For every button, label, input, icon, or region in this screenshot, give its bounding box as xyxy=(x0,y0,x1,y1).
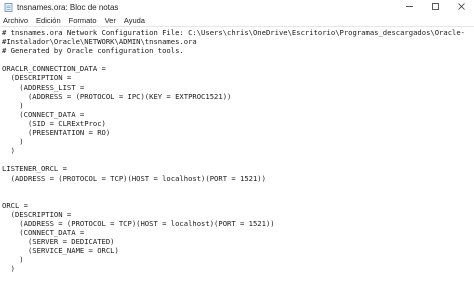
menu-archivo[interactable]: Archivo xyxy=(0,16,32,25)
document-line: (ADDRESS = (PROTOCOL = IPC)(KEY = EXTPRO… xyxy=(2,91,232,101)
maximize-icon xyxy=(431,2,440,13)
document-line: ) xyxy=(2,255,24,265)
document-line: (ADDRESS = (PROTOCOL = TCP)(HOST = local… xyxy=(2,173,266,183)
document-text[interactable]: # tnsnames.ora Network Configuration Fil… xyxy=(2,28,465,283)
window-controls xyxy=(396,0,474,14)
menu-edicion[interactable]: Edición xyxy=(32,16,65,25)
menu-ver[interactable]: Ver xyxy=(101,16,120,25)
document-line: (ADDRESS_LIST = xyxy=(2,82,85,92)
document-line: (CONNECT_DATA = xyxy=(2,109,85,119)
document-line: ) xyxy=(2,137,24,147)
close-icon xyxy=(457,2,466,13)
document-line: ORACLR_CONNECTION_DATA = xyxy=(2,64,106,74)
minimize-button[interactable] xyxy=(396,0,422,14)
maximize-button[interactable] xyxy=(422,0,448,14)
window-title: tnsnames.ora: Bloc de notas xyxy=(17,2,119,12)
document-line: (DESCRIPTION = xyxy=(2,73,72,83)
document-line: (SERVER = DEDICATED) xyxy=(2,237,115,247)
document-line: LISTENER_ORCL = xyxy=(2,164,67,174)
document-line: ) xyxy=(2,100,24,110)
document-line: ) xyxy=(2,264,15,274)
minimize-icon xyxy=(405,2,414,13)
document-line: (PRESENTATION = RO) xyxy=(2,128,111,138)
document-line: (SERVICE_NAME = ORCL) xyxy=(2,246,119,256)
text-editor-area[interactable]: # tnsnames.ora Network Configuration Fil… xyxy=(0,26,474,281)
menu-ayuda[interactable]: Ayuda xyxy=(120,16,149,25)
menu-formato[interactable]: Formato xyxy=(65,16,101,25)
document-line: # tnsnames.ora Network Configuration Fil… xyxy=(2,28,466,37)
document-line: ORCL = xyxy=(2,200,28,210)
menu-bar: Archivo Edición Formato Ver Ayuda xyxy=(0,14,474,26)
close-button[interactable] xyxy=(448,0,474,14)
document-line: ) xyxy=(2,146,15,156)
document-line: # Generated by Oracle configuration tool… xyxy=(2,46,184,56)
document-line: (DESCRIPTION = xyxy=(2,209,72,219)
document-line: (ADDRESS = (PROTOCOL = TCP)(HOST = local… xyxy=(2,218,275,228)
notepad-icon xyxy=(4,2,13,12)
document-line: #Instalador\Oracle\NETWORK\ADMIN\tnsname… xyxy=(2,37,197,47)
document-line: (CONNECT_DATA = xyxy=(2,228,85,238)
document-line: (SID = CLRExtProc) xyxy=(2,118,106,128)
title-bar: tnsnames.ora: Bloc de notas xyxy=(0,0,474,14)
